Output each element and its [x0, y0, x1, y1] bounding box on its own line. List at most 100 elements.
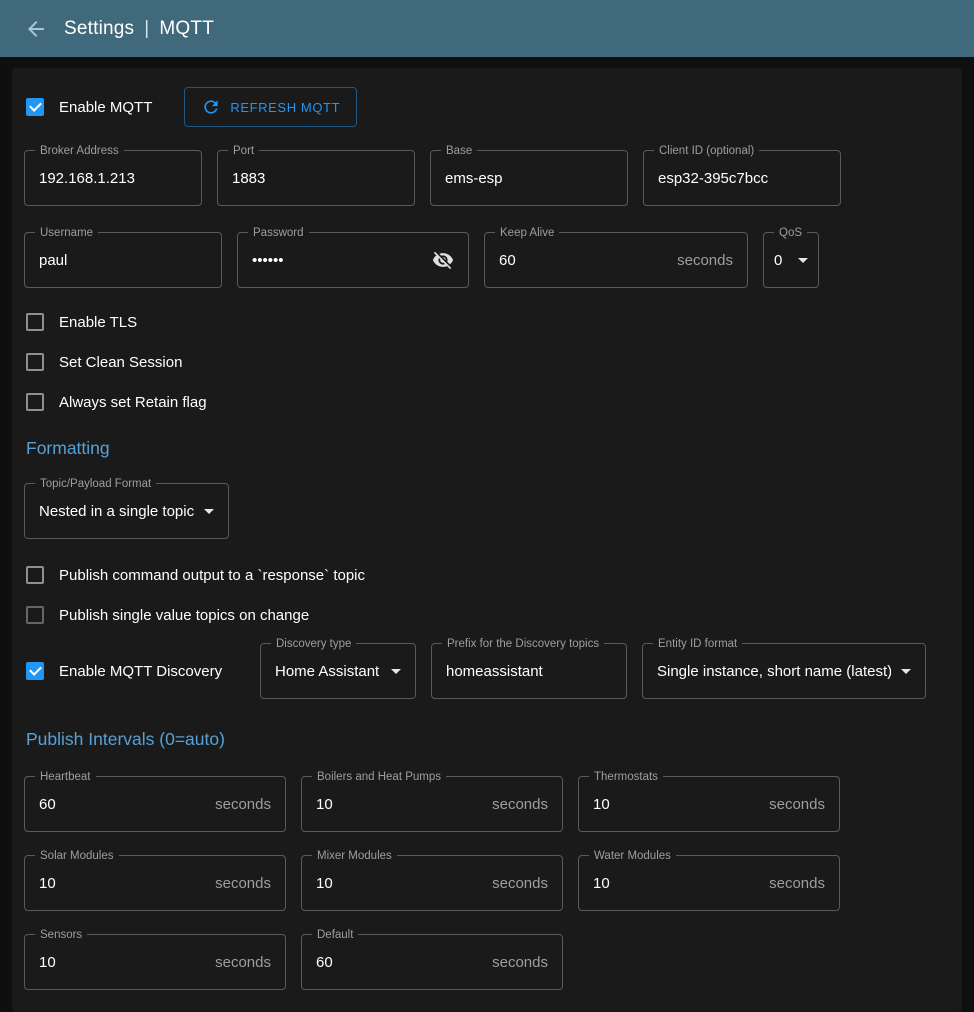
refresh-button-label: REFRESH MQTT	[230, 100, 340, 115]
field-value[interactable]: 10	[39, 875, 56, 892]
title-settings: Settings	[64, 18, 134, 40]
qos-select[interactable]: QoS 0	[763, 232, 819, 288]
settings-card: Enable MQTT REFRESH MQTT Broker Address …	[12, 68, 962, 1012]
default-interval-field[interactable]: Default 60 seconds	[301, 934, 563, 990]
checkbox-single-value-topics[interactable]: Publish single value topics on change	[24, 603, 950, 627]
checkbox-icon[interactable]	[26, 566, 44, 584]
checkbox-enable-discovery[interactable]: Enable MQTT Discovery	[24, 659, 245, 683]
checkbox-label[interactable]: Publish command output to a `response` t…	[59, 567, 365, 584]
title-page: MQTT	[159, 18, 214, 40]
checkbox-label[interactable]: Enable MQTT	[59, 99, 152, 116]
topic-format-select[interactable]: Topic/Payload Format Nested in a single …	[24, 483, 229, 539]
refresh-mqtt-button[interactable]: REFRESH MQTT	[184, 87, 357, 127]
field-value[interactable]: ••••••	[252, 252, 284, 269]
checkbox-icon[interactable]	[26, 353, 44, 371]
field-label: Solar Modules	[35, 849, 119, 863]
checkbox-enable-tls[interactable]: Enable TLS	[24, 310, 950, 334]
page-title: Settings | MQTT	[64, 18, 214, 40]
field-suffix: seconds	[492, 875, 548, 892]
base-field[interactable]: Base ems-esp	[430, 150, 628, 206]
visibility-off-icon[interactable]	[432, 249, 454, 271]
field-suffix: seconds	[492, 954, 548, 971]
field-label: QoS	[774, 226, 807, 240]
field-suffix: seconds	[215, 954, 271, 971]
title-separator: |	[144, 18, 149, 40]
connection-field-row-2: Username paul Password •••••• Keep Alive…	[24, 232, 950, 288]
field-value[interactable]: 60	[39, 796, 56, 813]
solar-interval-field[interactable]: Solar Modules 10 seconds	[24, 855, 286, 911]
field-label: Broker Address	[35, 144, 124, 158]
field-label: Default	[312, 928, 358, 942]
heartbeat-interval-field[interactable]: Heartbeat 60 seconds	[24, 776, 286, 832]
caret-down-icon[interactable]	[391, 669, 401, 674]
field-label: Port	[228, 144, 259, 158]
checkbox-enable-mqtt[interactable]: Enable MQTT	[24, 95, 152, 119]
field-label: Water Modules	[589, 849, 676, 863]
field-suffix: seconds	[215, 796, 271, 813]
checkbox-icon[interactable]	[26, 393, 44, 411]
field-suffix: seconds	[677, 252, 733, 269]
water-interval-field[interactable]: Water Modules 10 seconds	[578, 855, 840, 911]
back-arrow-icon	[24, 17, 48, 41]
field-value[interactable]: 60	[499, 252, 516, 269]
discovery-type-select[interactable]: Discovery type Home Assistant	[260, 643, 416, 699]
field-label: Heartbeat	[35, 770, 96, 784]
field-value[interactable]: paul	[39, 252, 67, 269]
caret-down-icon[interactable]	[798, 258, 808, 263]
username-field[interactable]: Username paul	[24, 232, 222, 288]
sensors-interval-field[interactable]: Sensors 10 seconds	[24, 934, 286, 990]
field-value[interactable]: 192.168.1.213	[39, 170, 135, 187]
field-value[interactable]: 10	[593, 875, 610, 892]
checkbox-icon[interactable]	[26, 98, 44, 116]
keep-alive-field[interactable]: Keep Alive 60 seconds	[484, 232, 748, 288]
connection-field-row-1: Broker Address 192.168.1.213 Port 1883 B…	[24, 150, 950, 206]
field-label: Keep Alive	[495, 226, 559, 240]
entity-id-format-select[interactable]: Entity ID format Single instance, short …	[642, 643, 926, 699]
field-label: Boilers and Heat Pumps	[312, 770, 446, 784]
field-value[interactable]: 60	[316, 954, 333, 971]
field-value[interactable]: esp32-395c7bcc	[658, 170, 768, 187]
caret-down-icon[interactable]	[204, 509, 214, 514]
checkbox-label[interactable]: Enable TLS	[59, 314, 137, 331]
app-bar: Settings | MQTT	[0, 0, 974, 57]
field-value[interactable]: 10	[316, 796, 333, 813]
checkbox-label[interactable]: Set Clean Session	[59, 354, 182, 371]
field-value[interactable]: 10	[316, 875, 333, 892]
thermostats-interval-field[interactable]: Thermostats 10 seconds	[578, 776, 840, 832]
select-value[interactable]: Home Assistant	[275, 663, 379, 680]
field-value[interactable]: 10	[39, 954, 56, 971]
field-label: Prefix for the Discovery topics	[442, 637, 604, 651]
select-value[interactable]: 0	[774, 252, 782, 269]
boilers-interval-field[interactable]: Boilers and Heat Pumps 10 seconds	[301, 776, 563, 832]
checkbox-icon[interactable]	[26, 662, 44, 680]
select-value[interactable]: Nested in a single topic	[39, 503, 194, 520]
mixer-interval-field[interactable]: Mixer Modules 10 seconds	[301, 855, 563, 911]
field-value[interactable]: homeassistant	[446, 663, 543, 680]
checkbox-icon[interactable]	[26, 606, 44, 624]
field-label: Client ID (optional)	[654, 144, 759, 158]
checkbox-label[interactable]: Enable MQTT Discovery	[59, 663, 222, 680]
field-label: Topic/Payload Format	[35, 477, 156, 491]
refresh-icon	[201, 97, 221, 117]
checkbox-response-topic[interactable]: Publish command output to a `response` t…	[24, 563, 950, 587]
broker-address-field[interactable]: Broker Address 192.168.1.213	[24, 150, 202, 206]
field-value[interactable]: 1883	[232, 170, 265, 187]
discovery-prefix-field[interactable]: Prefix for the Discovery topics homeassi…	[431, 643, 627, 699]
field-value[interactable]: 10	[593, 796, 610, 813]
checkbox-clean-session[interactable]: Set Clean Session	[24, 350, 950, 374]
checkbox-retain-flag[interactable]: Always set Retain flag	[24, 390, 950, 414]
checkbox-label[interactable]: Publish single value topics on change	[59, 607, 309, 624]
checkbox-label[interactable]: Always set Retain flag	[59, 394, 207, 411]
field-value[interactable]: ems-esp	[445, 170, 503, 187]
port-field[interactable]: Port 1883	[217, 150, 415, 206]
checkbox-icon[interactable]	[26, 313, 44, 331]
back-button[interactable]	[22, 15, 50, 43]
field-label: Discovery type	[271, 637, 356, 651]
field-label: Sensors	[35, 928, 87, 942]
formatting-heading: Formatting	[26, 438, 950, 459]
caret-down-icon[interactable]	[901, 669, 911, 674]
password-field[interactable]: Password ••••••	[237, 232, 469, 288]
select-value[interactable]: Single instance, short name (latest)	[657, 663, 891, 680]
client-id-field[interactable]: Client ID (optional) esp32-395c7bcc	[643, 150, 841, 206]
field-label: Entity ID format	[653, 637, 742, 651]
